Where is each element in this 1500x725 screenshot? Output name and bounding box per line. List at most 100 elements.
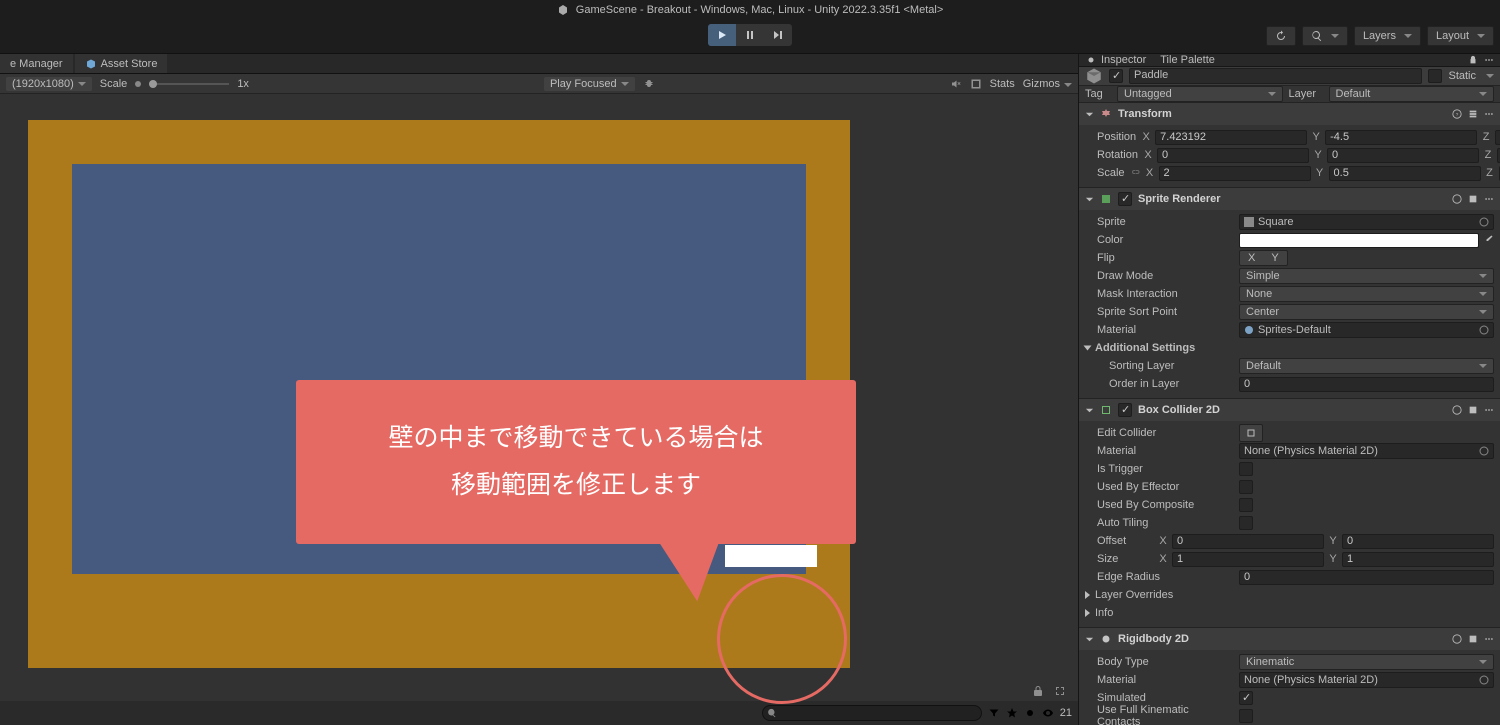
gizmos-dropdown[interactable]: Gizmos <box>1023 78 1072 90</box>
position-y-input[interactable] <box>1325 130 1477 145</box>
global-search-button[interactable] <box>1302 26 1348 46</box>
sprite-object-field[interactable]: Square <box>1239 214 1494 230</box>
inspector-panel: Inspector Tile Palette Paddle Static Tag… <box>1078 54 1500 725</box>
static-dropdown[interactable] <box>1486 74 1494 78</box>
tab-package-manager[interactable]: e Manager <box>0 54 73 73</box>
help-icon[interactable] <box>1452 634 1462 644</box>
full-kinematic-contacts-checkbox[interactable] <box>1239 709 1253 723</box>
position-label: Position <box>1085 131 1136 143</box>
annotation-circle <box>717 574 847 704</box>
box-collider-enabled-checkbox[interactable] <box>1118 403 1132 417</box>
color-field[interactable] <box>1239 233 1479 248</box>
used-by-composite-checkbox[interactable] <box>1239 498 1253 512</box>
step-button[interactable] <box>764 24 792 46</box>
layer-overrides-foldout[interactable]: Layer Overrides <box>1085 586 1494 604</box>
info-foldout[interactable]: Info <box>1085 604 1494 622</box>
foldout-icon[interactable] <box>1085 195 1094 204</box>
collider-material-field[interactable]: None (Physics Material 2D) <box>1239 443 1494 459</box>
tab-asset-store[interactable]: Asset Store <box>75 54 168 73</box>
scale-x-input[interactable] <box>1159 166 1311 181</box>
mute-audio-icon[interactable] <box>950 78 962 90</box>
eyedropper-icon[interactable] <box>1482 234 1494 246</box>
preset-icon[interactable] <box>1468 194 1478 204</box>
material-object-field[interactable]: Sprites-Default <box>1239 322 1494 338</box>
menu-icon[interactable] <box>1484 55 1494 65</box>
pause-button[interactable] <box>736 24 764 46</box>
edit-collider-button[interactable] <box>1239 424 1263 442</box>
play-button[interactable] <box>708 24 736 46</box>
static-label: Static <box>1448 70 1476 82</box>
rigidbody-material-field[interactable]: None (Physics Material 2D) <box>1239 672 1494 688</box>
rotation-x-input[interactable] <box>1157 148 1309 163</box>
draw-mode-dropdown[interactable]: Simple <box>1239 268 1494 284</box>
play-focused-dropdown[interactable]: Play Focused <box>544 77 635 91</box>
help-icon[interactable] <box>1452 194 1462 204</box>
gameobject-name-input[interactable]: Paddle <box>1129 68 1422 84</box>
offset-y-input[interactable] <box>1342 534 1494 549</box>
callout-line-2: 移動範囲を修正します <box>451 462 701 510</box>
bug-icon[interactable] <box>643 78 655 90</box>
simulated-checkbox[interactable] <box>1239 691 1253 705</box>
size-y-input[interactable] <box>1342 552 1494 567</box>
preset-icon[interactable] <box>1468 634 1478 644</box>
sprite-renderer-enabled-checkbox[interactable] <box>1118 192 1132 206</box>
gameobject-active-checkbox[interactable] <box>1109 69 1123 83</box>
menu-icon[interactable] <box>1484 634 1494 644</box>
tag-dropdown[interactable]: Untagged <box>1117 86 1283 102</box>
aspect-dropdown[interactable]: (1920x1080) <box>6 77 92 91</box>
order-in-layer-input[interactable] <box>1239 377 1494 392</box>
constrain-proportions-icon[interactable] <box>1129 167 1141 179</box>
lock-icon[interactable] <box>1468 55 1478 65</box>
size-x-input[interactable] <box>1172 552 1324 567</box>
additional-settings-foldout[interactable]: Additional Settings <box>1085 339 1494 357</box>
lock-icon[interactable] <box>1032 685 1044 697</box>
preset-icon[interactable] <box>1468 405 1478 415</box>
stats-button[interactable]: Stats <box>990 78 1015 90</box>
layout-dropdown[interactable]: Layout <box>1427 26 1494 46</box>
help-icon[interactable]: ? <box>1452 109 1462 119</box>
menu-icon[interactable] <box>1484 405 1494 415</box>
foldout-icon[interactable] <box>1085 406 1094 415</box>
window-titlebar: GameScene - Breakout - Windows, Mac, Lin… <box>0 0 1500 20</box>
menu-icon[interactable] <box>1484 194 1494 204</box>
scale-slider[interactable] <box>149 83 229 85</box>
tab-tile-palette[interactable]: Tile Palette <box>1160 54 1215 66</box>
menu-icon[interactable] <box>1484 109 1494 119</box>
used-by-effector-checkbox[interactable] <box>1239 480 1253 494</box>
rotation-y-input[interactable] <box>1327 148 1479 163</box>
foldout-icon[interactable] <box>1085 635 1094 644</box>
vsync-icon[interactable] <box>970 78 982 90</box>
tab-inspector[interactable]: Inspector <box>1085 54 1146 66</box>
mask-interaction-dropdown[interactable]: None <box>1239 286 1494 302</box>
scale-label: Scale <box>1085 167 1125 179</box>
undo-history-button[interactable] <box>1266 26 1296 46</box>
component-transform: Transform ? Position X Y Z Rota <box>1079 103 1500 188</box>
layers-dropdown[interactable]: Layers <box>1354 26 1421 46</box>
project-search-input[interactable] <box>762 705 982 721</box>
offset-x-input[interactable] <box>1172 534 1324 549</box>
filter-icon[interactable] <box>988 707 1000 719</box>
flip-buttons[interactable]: XY <box>1239 250 1288 266</box>
layer-dropdown[interactable]: Default <box>1329 86 1495 102</box>
position-z-input[interactable] <box>1495 130 1500 145</box>
item-count: 21 <box>1060 707 1072 719</box>
callout-line-1: 壁の中まで移動できている場合は <box>388 415 763 463</box>
favorites-icon[interactable] <box>1006 707 1018 719</box>
edge-radius-input[interactable] <box>1239 570 1494 585</box>
static-checkbox[interactable] <box>1428 69 1442 83</box>
expand-icon[interactable] <box>1054 685 1066 697</box>
sorting-layer-dropdown[interactable]: Default <box>1239 358 1494 374</box>
preset-icon[interactable] <box>1468 109 1478 119</box>
game-viewport: 壁の中まで移動できている場合は 移動範囲を修正します <box>0 94 1078 701</box>
eye-icon[interactable] <box>1042 707 1054 719</box>
foldout-icon[interactable] <box>1085 110 1094 119</box>
game-view-toolbar: (1920x1080) Scale 1x Play Focused Stats … <box>0 74 1078 94</box>
help-icon[interactable] <box>1452 405 1462 415</box>
body-type-dropdown[interactable]: Kinematic <box>1239 654 1494 670</box>
is-trigger-checkbox[interactable] <box>1239 462 1253 476</box>
position-x-input[interactable] <box>1155 130 1307 145</box>
auto-tiling-checkbox[interactable] <box>1239 516 1253 530</box>
scale-y-input[interactable] <box>1329 166 1481 181</box>
hidden-icon[interactable] <box>1024 707 1036 719</box>
sprite-sort-point-dropdown[interactable]: Center <box>1239 304 1494 320</box>
